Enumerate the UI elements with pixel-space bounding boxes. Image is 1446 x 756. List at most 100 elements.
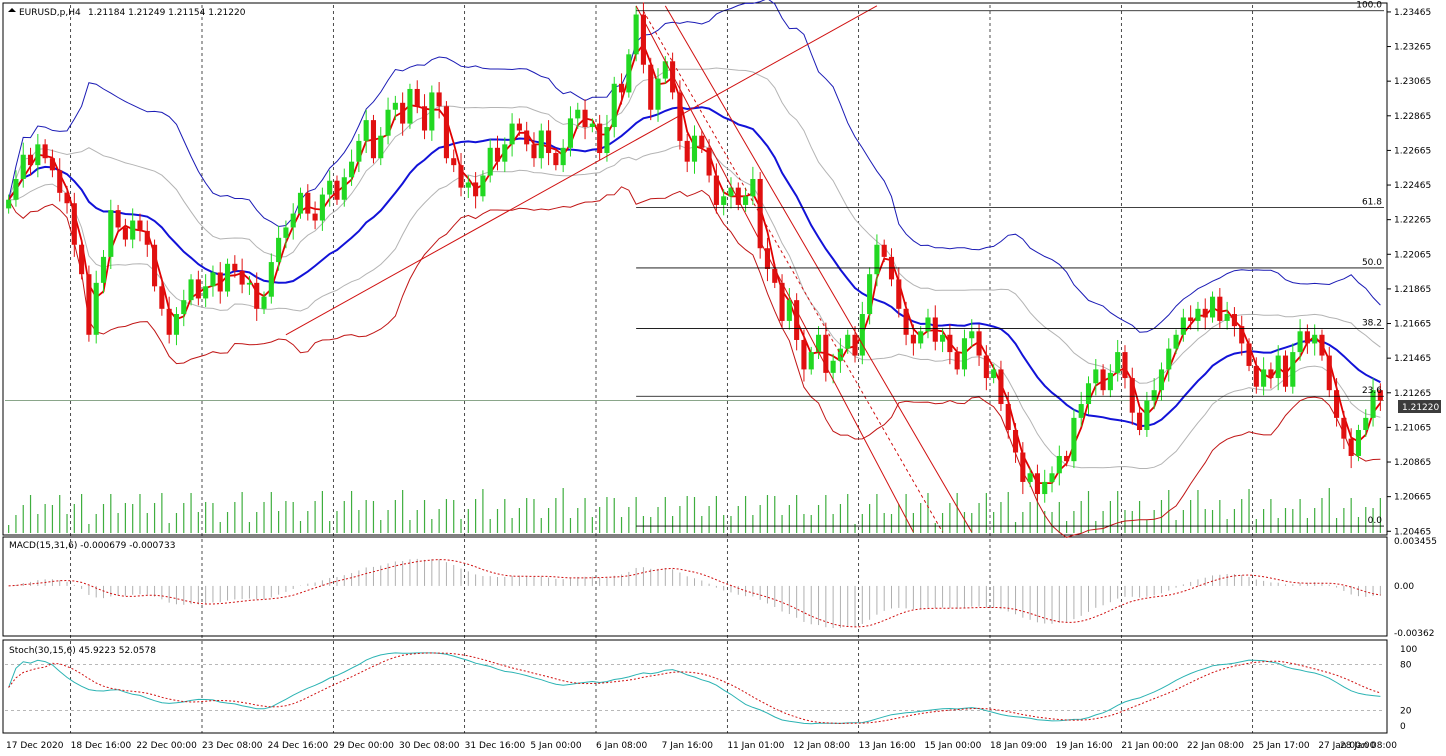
candle-body xyxy=(611,83,617,128)
candle-body xyxy=(268,262,274,297)
candle-body xyxy=(743,196,749,205)
price-tick-label: 1.20465 xyxy=(1394,527,1431,537)
candle-body xyxy=(1217,296,1223,321)
bear-candle xyxy=(1239,315,1245,356)
time-tick-label: 12 Jan 08:00 xyxy=(793,741,850,751)
candle-body xyxy=(378,135,384,159)
candle-body xyxy=(786,300,792,321)
candle-body xyxy=(283,227,289,238)
candle-body xyxy=(1261,369,1267,387)
candle-body xyxy=(502,144,508,162)
candle-body xyxy=(27,154,34,166)
candle-body xyxy=(130,220,136,240)
bear-candle xyxy=(115,204,121,233)
candle-body xyxy=(633,14,639,55)
candle-body xyxy=(1246,343,1252,366)
price-tick-label: 1.21865 xyxy=(1394,285,1431,295)
chart-canvas[interactable]: 100.0 61.8 50.0 38.2 23.6 0.0 0.003455 0.00 -0.… xyxy=(0,0,1446,756)
time-tick-label: 11 Jan 01:00 xyxy=(727,741,784,751)
time-tick-label: 30 Dec 08:00 xyxy=(399,741,460,751)
time-tick-label: 7 Jan 16:00 xyxy=(662,741,714,751)
price-axis: 1.23465 1.23265 1.23065 1.22865 1.22665 1.224… xyxy=(1387,8,1431,537)
candle-body xyxy=(808,352,814,370)
chart-window[interactable]: 100.0 61.8 50.0 38.2 23.6 0.0 0.003455 0.00 -0.… xyxy=(0,0,1446,756)
bear-candle xyxy=(998,360,1004,411)
candle-body xyxy=(181,300,187,315)
candle-body xyxy=(1085,383,1092,405)
candles[interactable] xyxy=(6,2,1383,503)
bull-candle xyxy=(181,289,187,327)
candle-body xyxy=(1078,404,1084,418)
candle-body xyxy=(721,196,727,205)
candle-body xyxy=(1326,355,1332,391)
candle-body xyxy=(1282,355,1289,387)
bull-candle xyxy=(918,326,924,349)
candle-body xyxy=(297,192,304,214)
candle-body xyxy=(582,109,588,128)
candle-body xyxy=(42,144,48,159)
bear-candle xyxy=(421,94,428,140)
indicator-overlays xyxy=(7,0,1382,539)
macd-axis-label: 0.003455 xyxy=(1394,537,1437,547)
candle-body xyxy=(239,270,245,285)
candle-body xyxy=(670,61,676,93)
channel-line-lower xyxy=(664,5,973,533)
candle-body xyxy=(1231,314,1237,327)
bull-candle xyxy=(1049,466,1055,493)
candle-body xyxy=(524,130,530,145)
fib-level-label: 23.6 xyxy=(1362,386,1382,396)
bear-candle xyxy=(1100,364,1106,396)
candle-body xyxy=(79,244,85,275)
candle-body xyxy=(1122,352,1128,379)
candle-body xyxy=(217,272,223,292)
price-tick-label: 1.23065 xyxy=(1394,77,1431,87)
bull-candle xyxy=(1355,424,1362,462)
bull-candle xyxy=(1042,469,1048,503)
bull-candle xyxy=(633,5,639,62)
candle-body xyxy=(947,334,953,353)
candle-body xyxy=(195,279,201,299)
bear-candle xyxy=(254,272,260,321)
stoch-axis-label: 20 xyxy=(1400,707,1412,717)
bull-candle xyxy=(1209,291,1216,323)
candle-body xyxy=(443,106,449,159)
bull-candle xyxy=(611,76,617,138)
stoch-signal-line xyxy=(8,652,1381,724)
price-tick-label: 1.22665 xyxy=(1394,146,1431,156)
candle-body xyxy=(334,180,340,200)
price-tick-label: 1.22465 xyxy=(1394,181,1431,191)
bear-candle xyxy=(1034,464,1040,501)
time-tick-label: 22 Dec 00:00 xyxy=(136,741,197,751)
grid-lines xyxy=(5,5,1384,733)
candle-body xyxy=(1209,296,1216,318)
candle-body xyxy=(465,182,471,188)
candle-body xyxy=(589,123,595,128)
candle-body xyxy=(1202,308,1208,318)
bear-candle xyxy=(71,192,77,257)
macd-axis-label: 0.00 xyxy=(1394,582,1414,592)
channel-line-mid xyxy=(642,10,944,533)
candle-body xyxy=(961,338,968,370)
candle-body xyxy=(356,140,362,162)
bull-candle xyxy=(1195,301,1201,332)
bull-candle xyxy=(991,364,997,384)
macd-pane-frame xyxy=(2,536,1388,637)
bear-candle xyxy=(524,121,530,152)
candle-body xyxy=(319,194,325,221)
candle-body xyxy=(108,210,114,257)
bull-candle xyxy=(429,85,435,141)
candle-body xyxy=(487,147,493,176)
bull-candle xyxy=(538,123,544,169)
candle-body xyxy=(370,120,377,159)
candle-body xyxy=(429,92,435,131)
candle-body xyxy=(392,102,398,110)
fibonacci-retracement[interactable]: 100.0 61.8 50.0 38.2 23.6 0.0 xyxy=(636,1,1384,527)
fib-level-label: 50.0 xyxy=(1362,258,1382,268)
time-tick-label: 13 Jan 16:00 xyxy=(859,741,916,751)
bull-candle xyxy=(560,139,566,173)
candle-body xyxy=(626,54,632,93)
candle-body xyxy=(1348,438,1354,456)
price-tick-label: 1.22265 xyxy=(1394,216,1431,226)
candle-body xyxy=(618,83,625,93)
candle-body xyxy=(845,334,851,349)
